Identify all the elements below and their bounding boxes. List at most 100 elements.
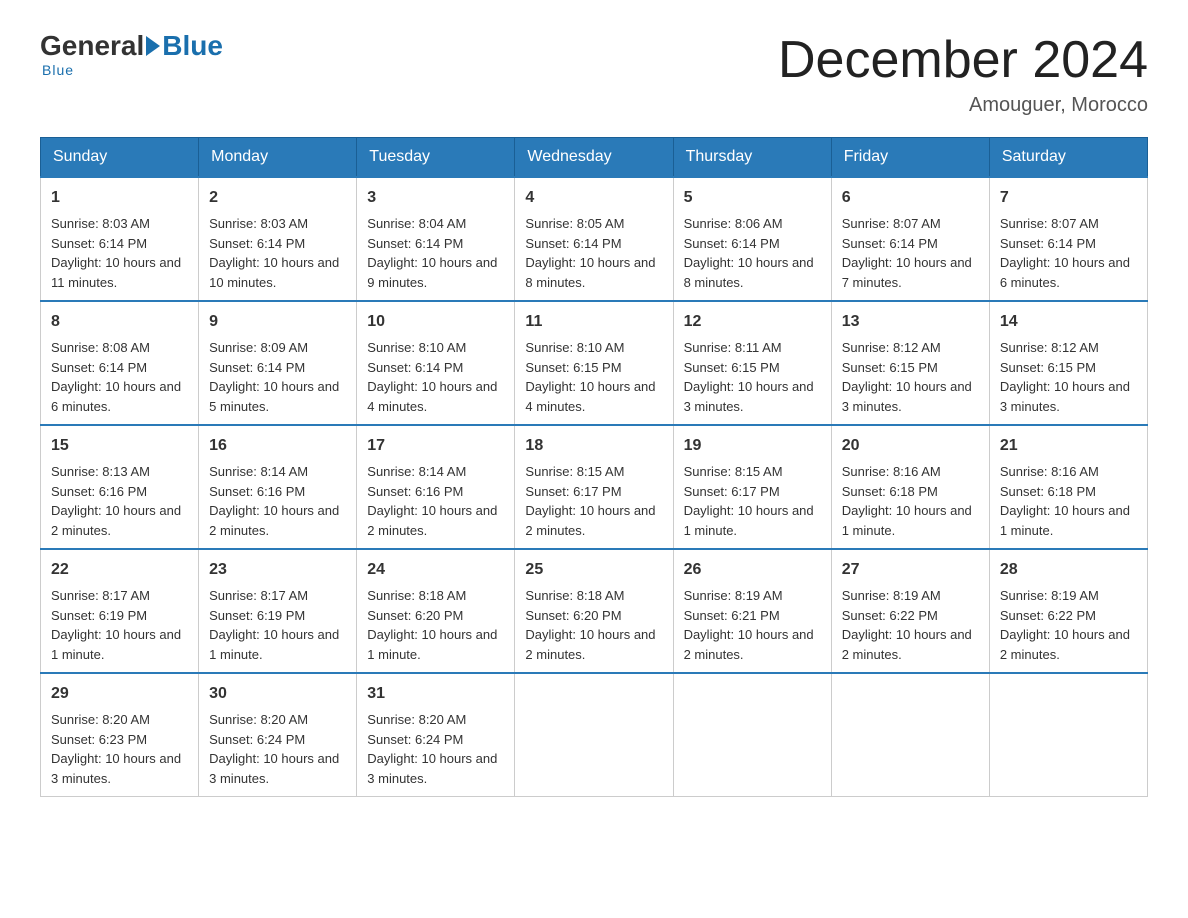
- day-number: 14: [1000, 310, 1137, 334]
- day-info: Sunrise: 8:14 AM Sunset: 6:16 PM Dayligh…: [209, 464, 339, 538]
- day-number: 4: [525, 186, 662, 210]
- calendar-cell: 7 Sunrise: 8:07 AM Sunset: 6:14 PM Dayli…: [989, 177, 1147, 301]
- day-info: Sunrise: 8:15 AM Sunset: 6:17 PM Dayligh…: [684, 464, 814, 538]
- weekday-header-monday: Monday: [199, 138, 357, 178]
- day-number: 9: [209, 310, 346, 334]
- day-number: 25: [525, 558, 662, 582]
- day-number: 2: [209, 186, 346, 210]
- day-info: Sunrise: 8:20 AM Sunset: 6:24 PM Dayligh…: [367, 712, 497, 786]
- calendar-header-row: SundayMondayTuesdayWednesdayThursdayFrid…: [41, 138, 1148, 178]
- calendar-cell: 1 Sunrise: 8:03 AM Sunset: 6:14 PM Dayli…: [41, 177, 199, 301]
- logo-arrow-icon: [146, 36, 160, 56]
- day-number: 22: [51, 558, 188, 582]
- day-info: Sunrise: 8:05 AM Sunset: 6:14 PM Dayligh…: [525, 216, 655, 290]
- day-info: Sunrise: 8:20 AM Sunset: 6:23 PM Dayligh…: [51, 712, 181, 786]
- calendar-cell: 19 Sunrise: 8:15 AM Sunset: 6:17 PM Dayl…: [673, 425, 831, 549]
- day-number: 6: [842, 186, 979, 210]
- location: Amouguer, Morocco: [778, 94, 1148, 117]
- day-number: 3: [367, 186, 504, 210]
- calendar-week-row: 15 Sunrise: 8:13 AM Sunset: 6:16 PM Dayl…: [41, 425, 1148, 549]
- calendar-cell: 30 Sunrise: 8:20 AM Sunset: 6:24 PM Dayl…: [199, 673, 357, 797]
- day-info: Sunrise: 8:12 AM Sunset: 6:15 PM Dayligh…: [842, 340, 972, 414]
- weekday-header-friday: Friday: [831, 138, 989, 178]
- calendar-cell: 2 Sunrise: 8:03 AM Sunset: 6:14 PM Dayli…: [199, 177, 357, 301]
- day-info: Sunrise: 8:16 AM Sunset: 6:18 PM Dayligh…: [1000, 464, 1130, 538]
- day-info: Sunrise: 8:04 AM Sunset: 6:14 PM Dayligh…: [367, 216, 497, 290]
- day-number: 18: [525, 434, 662, 458]
- day-info: Sunrise: 8:13 AM Sunset: 6:16 PM Dayligh…: [51, 464, 181, 538]
- day-number: 23: [209, 558, 346, 582]
- day-info: Sunrise: 8:10 AM Sunset: 6:14 PM Dayligh…: [367, 340, 497, 414]
- weekday-header-wednesday: Wednesday: [515, 138, 673, 178]
- calendar-week-row: 29 Sunrise: 8:20 AM Sunset: 6:23 PM Dayl…: [41, 673, 1148, 797]
- calendar-cell: 8 Sunrise: 8:08 AM Sunset: 6:14 PM Dayli…: [41, 301, 199, 425]
- day-info: Sunrise: 8:07 AM Sunset: 6:14 PM Dayligh…: [1000, 216, 1130, 290]
- day-info: Sunrise: 8:20 AM Sunset: 6:24 PM Dayligh…: [209, 712, 339, 786]
- day-info: Sunrise: 8:18 AM Sunset: 6:20 PM Dayligh…: [525, 588, 655, 662]
- calendar-cell: 24 Sunrise: 8:18 AM Sunset: 6:20 PM Dayl…: [357, 549, 515, 673]
- logo-blue: Blue: [162, 30, 223, 62]
- day-number: 15: [51, 434, 188, 458]
- day-info: Sunrise: 8:10 AM Sunset: 6:15 PM Dayligh…: [525, 340, 655, 414]
- weekday-header-thursday: Thursday: [673, 138, 831, 178]
- day-info: Sunrise: 8:03 AM Sunset: 6:14 PM Dayligh…: [209, 216, 339, 290]
- calendar-cell: 31 Sunrise: 8:20 AM Sunset: 6:24 PM Dayl…: [357, 673, 515, 797]
- calendar-cell: 29 Sunrise: 8:20 AM Sunset: 6:23 PM Dayl…: [41, 673, 199, 797]
- day-number: 8: [51, 310, 188, 334]
- day-number: 10: [367, 310, 504, 334]
- weekday-header-tuesday: Tuesday: [357, 138, 515, 178]
- calendar-cell: [515, 673, 673, 797]
- day-number: 31: [367, 682, 504, 706]
- day-info: Sunrise: 8:07 AM Sunset: 6:14 PM Dayligh…: [842, 216, 972, 290]
- day-number: 19: [684, 434, 821, 458]
- calendar-cell: [831, 673, 989, 797]
- day-number: 27: [842, 558, 979, 582]
- calendar-cell: 17 Sunrise: 8:14 AM Sunset: 6:16 PM Dayl…: [357, 425, 515, 549]
- logo-general: General: [40, 30, 144, 62]
- calendar-cell: 4 Sunrise: 8:05 AM Sunset: 6:14 PM Dayli…: [515, 177, 673, 301]
- calendar-cell: 10 Sunrise: 8:10 AM Sunset: 6:14 PM Dayl…: [357, 301, 515, 425]
- day-info: Sunrise: 8:19 AM Sunset: 6:22 PM Dayligh…: [842, 588, 972, 662]
- page-header: General Blue Blue December 2024 Amouguer…: [40, 30, 1148, 117]
- day-info: Sunrise: 8:17 AM Sunset: 6:19 PM Dayligh…: [51, 588, 181, 662]
- day-info: Sunrise: 8:03 AM Sunset: 6:14 PM Dayligh…: [51, 216, 181, 290]
- calendar-cell: 12 Sunrise: 8:11 AM Sunset: 6:15 PM Dayl…: [673, 301, 831, 425]
- day-number: 1: [51, 186, 188, 210]
- day-info: Sunrise: 8:09 AM Sunset: 6:14 PM Dayligh…: [209, 340, 339, 414]
- day-number: 13: [842, 310, 979, 334]
- calendar-cell: 28 Sunrise: 8:19 AM Sunset: 6:22 PM Dayl…: [989, 549, 1147, 673]
- calendar-cell: 27 Sunrise: 8:19 AM Sunset: 6:22 PM Dayl…: [831, 549, 989, 673]
- day-number: 7: [1000, 186, 1137, 210]
- calendar-cell: 26 Sunrise: 8:19 AM Sunset: 6:21 PM Dayl…: [673, 549, 831, 673]
- calendar-cell: 3 Sunrise: 8:04 AM Sunset: 6:14 PM Dayli…: [357, 177, 515, 301]
- calendar-cell: 6 Sunrise: 8:07 AM Sunset: 6:14 PM Dayli…: [831, 177, 989, 301]
- day-number: 12: [684, 310, 821, 334]
- calendar-cell: 16 Sunrise: 8:14 AM Sunset: 6:16 PM Dayl…: [199, 425, 357, 549]
- day-info: Sunrise: 8:19 AM Sunset: 6:21 PM Dayligh…: [684, 588, 814, 662]
- calendar-week-row: 1 Sunrise: 8:03 AM Sunset: 6:14 PM Dayli…: [41, 177, 1148, 301]
- calendar-cell: 11 Sunrise: 8:10 AM Sunset: 6:15 PM Dayl…: [515, 301, 673, 425]
- weekday-header-saturday: Saturday: [989, 138, 1147, 178]
- calendar-cell: [989, 673, 1147, 797]
- calendar-cell: 20 Sunrise: 8:16 AM Sunset: 6:18 PM Dayl…: [831, 425, 989, 549]
- calendar-cell: 14 Sunrise: 8:12 AM Sunset: 6:15 PM Dayl…: [989, 301, 1147, 425]
- title-block: December 2024 Amouguer, Morocco: [778, 30, 1148, 117]
- day-number: 29: [51, 682, 188, 706]
- day-info: Sunrise: 8:17 AM Sunset: 6:19 PM Dayligh…: [209, 588, 339, 662]
- day-number: 5: [684, 186, 821, 210]
- calendar-cell: [673, 673, 831, 797]
- month-title: December 2024: [778, 30, 1148, 90]
- calendar-cell: 23 Sunrise: 8:17 AM Sunset: 6:19 PM Dayl…: [199, 549, 357, 673]
- day-number: 20: [842, 434, 979, 458]
- day-info: Sunrise: 8:15 AM Sunset: 6:17 PM Dayligh…: [525, 464, 655, 538]
- calendar-week-row: 8 Sunrise: 8:08 AM Sunset: 6:14 PM Dayli…: [41, 301, 1148, 425]
- day-number: 17: [367, 434, 504, 458]
- weekday-header-sunday: Sunday: [41, 138, 199, 178]
- day-number: 30: [209, 682, 346, 706]
- day-number: 24: [367, 558, 504, 582]
- calendar-cell: 18 Sunrise: 8:15 AM Sunset: 6:17 PM Dayl…: [515, 425, 673, 549]
- calendar-table: SundayMondayTuesdayWednesdayThursdayFrid…: [40, 137, 1148, 797]
- day-number: 21: [1000, 434, 1137, 458]
- day-info: Sunrise: 8:16 AM Sunset: 6:18 PM Dayligh…: [842, 464, 972, 538]
- calendar-cell: 22 Sunrise: 8:17 AM Sunset: 6:19 PM Dayl…: [41, 549, 199, 673]
